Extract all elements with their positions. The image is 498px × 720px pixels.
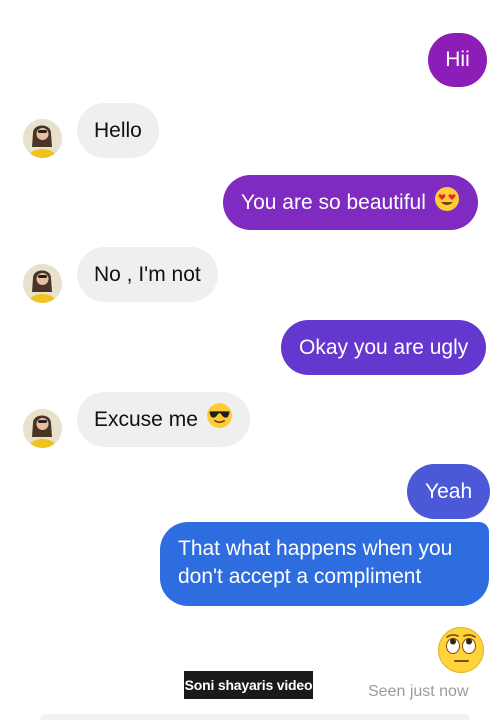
- message-outgoing-yeah[interactable]: Yeah: [407, 464, 491, 519]
- message-text: Hello: [94, 118, 142, 142]
- message-incoming-hello[interactable]: Hello: [77, 103, 159, 158]
- message-text: That what happens when you don't accept …: [178, 537, 453, 588]
- message-outgoing-beautiful[interactable]: You are so beautiful: [223, 175, 478, 230]
- message-composer[interactable]: [40, 714, 470, 720]
- message-text: You are so beautiful: [241, 190, 426, 214]
- message-incoming-no[interactable]: No , I'm not: [77, 247, 218, 302]
- message-outgoing-compliment[interactable]: That what happens when you don't accept …: [160, 522, 489, 606]
- message-outgoing-ugly[interactable]: Okay you are ugly: [281, 320, 487, 375]
- heart-eyes-emoji-icon: [434, 186, 460, 220]
- message-incoming-excuse[interactable]: Excuse me: [77, 392, 250, 447]
- message-text: Okay you are ugly: [299, 335, 469, 359]
- contact-avatar[interactable]: [23, 409, 62, 448]
- video-caption-label: Soni shayaris video: [184, 671, 313, 699]
- chat-screen: Hii Hello You are so beautiful No , I'm …: [0, 0, 498, 720]
- message-text: Yeah: [425, 479, 473, 503]
- sunglasses-emoji-icon: [206, 402, 233, 437]
- message-outgoing-hii[interactable]: Hii: [428, 33, 487, 87]
- seen-status: Seen just now: [368, 683, 469, 700]
- message-text: Hii: [445, 48, 470, 71]
- rolling-eyes-emoji-icon: [437, 626, 485, 679]
- contact-avatar[interactable]: [23, 119, 62, 158]
- message-text: Excuse me: [94, 407, 198, 431]
- contact-avatar[interactable]: [23, 264, 62, 303]
- message-text: No , I'm not: [94, 262, 201, 286]
